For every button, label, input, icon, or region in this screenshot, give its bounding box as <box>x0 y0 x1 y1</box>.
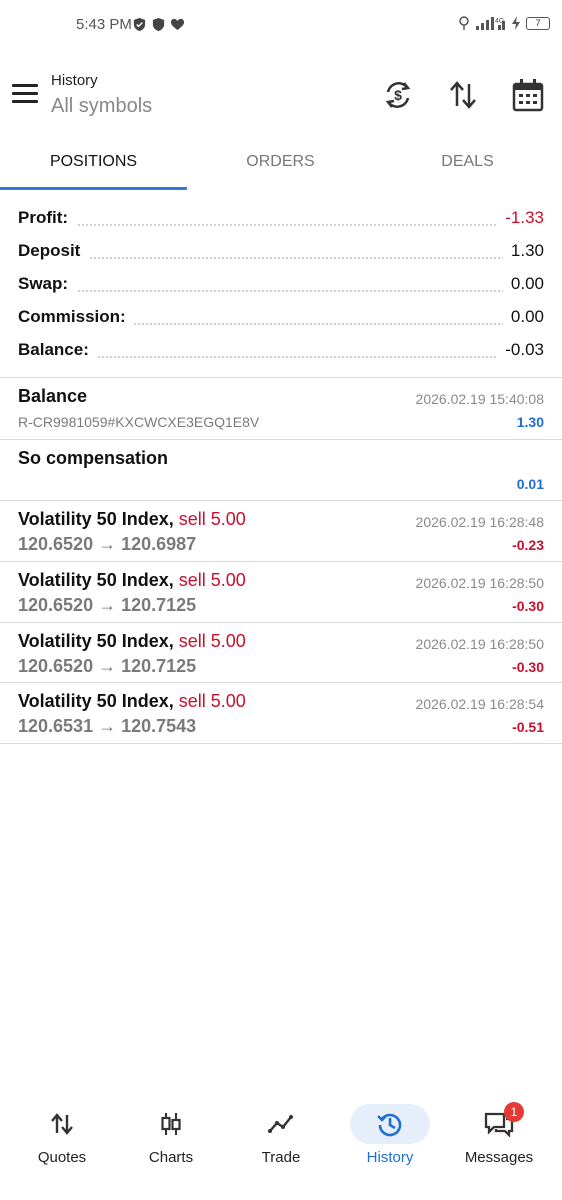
location-icon <box>459 16 469 30</box>
entry-amount: 1.30 <box>516 414 544 430</box>
position-profit: -0.23 <box>512 537 544 553</box>
battery-icon: 7 <box>526 16 550 30</box>
battery-level: 7 <box>535 17 541 28</box>
position-prices: 120.6520 → 120.6987 <box>18 534 197 554</box>
swap-label: Swap: <box>18 274 77 294</box>
position-time: 2026.02.19 16:28:50 <box>415 636 544 652</box>
nav-label: History <box>366 1149 414 1166</box>
nav-trade[interactable]: Trade <box>226 1098 336 1178</box>
entry-title: Balance <box>18 386 88 406</box>
position-side: sell 5.00 <box>178 570 246 590</box>
summary-panel: Profit: -1.33 Deposit 1.30 Swap: 0.00 Co… <box>0 204 562 369</box>
tab-positions[interactable]: POSITIONS <box>0 140 187 192</box>
nav-history[interactable]: History <box>335 1098 445 1178</box>
status-time: 5:43 PM <box>76 16 132 33</box>
position-time: 2026.02.19 16:28:54 <box>415 696 544 712</box>
entry-amount: 0.01 <box>516 476 544 492</box>
shield-icon <box>152 17 165 32</box>
position-time: 2026.02.19 16:28:50 <box>415 575 544 591</box>
quotes-icon <box>22 1104 102 1144</box>
sort-icon[interactable] <box>447 78 479 112</box>
summary-profit: Profit: -1.33 <box>0 204 562 237</box>
deposit-value: 1.30 <box>502 241 544 261</box>
nav-label: Trade <box>261 1149 301 1166</box>
candlestick-icon <box>131 1104 211 1144</box>
commission-value: 0.00 <box>502 307 544 327</box>
summary-balance: Balance: -0.03 <box>0 336 562 369</box>
nav-label: Charts <box>148 1149 194 1166</box>
position-prices: 120.6520 → 120.7125 <box>18 595 197 615</box>
profit-value: -1.33 <box>497 208 544 228</box>
position-side: sell 5.00 <box>178 509 246 529</box>
balance-value: -0.03 <box>497 340 544 360</box>
summary-commission: Commission: 0.00 <box>0 303 562 336</box>
status-notification-icons <box>132 17 185 32</box>
notification-badge: 1 <box>504 1102 524 1122</box>
position-prices: 120.6531 → 120.7543 <box>18 716 197 736</box>
position-side: sell 5.00 <box>178 631 246 651</box>
profit-label: Profit: <box>18 208 77 228</box>
deposit-label: Deposit <box>18 241 89 261</box>
position-time: 2026.02.19 16:28:48 <box>415 514 544 530</box>
position-profit: -0.30 <box>512 659 544 675</box>
entry-title: So compensation <box>18 448 169 468</box>
position-symbol: Volatility 50 Index, <box>18 631 174 651</box>
list-item-balance[interactable]: Balance R-CR9981059#KXCWCXE3EGQ1E8V 2026… <box>0 378 562 439</box>
trade-line-icon <box>241 1104 321 1144</box>
swap-value: 0.00 <box>502 274 544 294</box>
history-icon <box>350 1104 430 1144</box>
status-bar: 5:43 PM 4G 7 <box>0 0 562 50</box>
position-row[interactable]: Volatility 50 Index, sell 5.00 120.6520 … <box>0 623 562 684</box>
messages-icon <box>459 1104 539 1144</box>
history-tabs: POSITIONS ORDERS DEALS <box>0 140 562 192</box>
charging-icon <box>512 16 520 30</box>
page-title: History <box>51 72 98 89</box>
bottom-navigation: Quotes Charts Trade History 1 Messages <box>0 1098 562 1178</box>
active-tab-indicator <box>0 187 187 190</box>
position-side: sell 5.00 <box>178 691 246 711</box>
menu-icon[interactable] <box>12 84 38 106</box>
nav-quotes[interactable]: Quotes <box>7 1098 117 1178</box>
list-item-compensation[interactable]: So compensation 0.01 <box>0 440 562 501</box>
currency-sync-icon[interactable]: $ <box>382 78 414 112</box>
tab-deals[interactable]: DEALS <box>374 140 561 192</box>
svg-text:$: $ <box>394 87 402 103</box>
nav-label: Quotes <box>37 1149 87 1166</box>
nav-messages[interactable]: 1 Messages <box>444 1098 554 1178</box>
heart-icon <box>170 18 185 31</box>
calendar-icon[interactable] <box>512 78 544 112</box>
top-app-bar: History All symbols $ <box>0 62 562 132</box>
symbol-filter[interactable]: All symbols <box>51 95 152 118</box>
nav-charts[interactable]: Charts <box>116 1098 226 1178</box>
commission-label: Commission: <box>18 307 134 327</box>
shield-check-icon <box>133 17 146 32</box>
signal-icon: 4G <box>476 17 505 30</box>
position-profit: -0.30 <box>512 598 544 614</box>
position-symbol: Volatility 50 Index, <box>18 691 174 711</box>
position-profit: -0.51 <box>512 719 544 735</box>
entry-time: 2026.02.19 15:40:08 <box>415 391 544 407</box>
summary-deposit: Deposit 1.30 <box>0 237 562 270</box>
entry-reference: R-CR9981059#KXCWCXE3EGQ1E8V <box>18 414 260 430</box>
position-row[interactable]: Volatility 50 Index, sell 5.00 120.6531 … <box>0 683 562 744</box>
summary-swap: Swap: 0.00 <box>0 270 562 303</box>
position-row[interactable]: Volatility 50 Index, sell 5.00 120.6520 … <box>0 562 562 623</box>
nav-label: Messages <box>464 1149 534 1166</box>
position-row[interactable]: Volatility 50 Index, sell 5.00 120.6520 … <box>0 501 562 562</box>
divider <box>0 743 562 744</box>
position-symbol: Volatility 50 Index, <box>18 570 174 590</box>
tab-orders[interactable]: ORDERS <box>187 140 374 192</box>
position-prices: 120.6520 → 120.7125 <box>18 656 197 676</box>
position-symbol: Volatility 50 Index, <box>18 509 174 529</box>
status-system-icons: 4G 7 <box>458 15 550 31</box>
balance-label: Balance: <box>18 340 97 360</box>
